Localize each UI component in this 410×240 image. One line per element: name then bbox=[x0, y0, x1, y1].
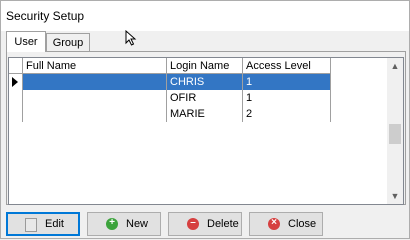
column-header-login-name[interactable]: Login Name bbox=[167, 58, 243, 74]
cell-full-name[interactable] bbox=[23, 90, 167, 106]
tab-user[interactable]: User bbox=[6, 31, 46, 52]
scroll-down-icon[interactable]: ▼ bbox=[387, 188, 403, 204]
add-icon: + bbox=[106, 217, 118, 230]
current-row-arrow-icon bbox=[12, 77, 18, 87]
column-header-access-level[interactable]: Access Level bbox=[243, 58, 331, 74]
close-button-label: Close bbox=[288, 218, 317, 230]
row-indicator bbox=[9, 74, 23, 90]
cell-login-name[interactable]: MARIE bbox=[167, 106, 243, 122]
cell-access-level[interactable]: 1 bbox=[243, 90, 331, 106]
mouse-cursor-icon bbox=[125, 30, 137, 46]
new-button[interactable]: + New bbox=[87, 212, 161, 236]
close-icon: × bbox=[268, 217, 280, 230]
cell-login-name[interactable]: CHRIS bbox=[167, 74, 243, 90]
row-indicator bbox=[9, 106, 23, 122]
cell-full-name[interactable] bbox=[23, 74, 167, 90]
close-button[interactable]: × Close bbox=[249, 212, 323, 236]
window-title: Security Setup bbox=[6, 9, 85, 23]
tab-user-label: User bbox=[14, 36, 38, 48]
vertical-scrollbar[interactable]: ▲ ▼ bbox=[387, 58, 403, 204]
users-grid[interactable]: Full Name Login Name Access Level CHRIS … bbox=[8, 57, 404, 205]
edit-icon bbox=[25, 218, 37, 232]
table-row[interactable]: CHRIS 1 bbox=[9, 74, 339, 90]
scroll-up-icon[interactable]: ▲ bbox=[387, 58, 403, 74]
cell-access-level[interactable]: 2 bbox=[243, 106, 331, 122]
tab-group-label: Group bbox=[52, 37, 84, 49]
tab-group[interactable]: Group bbox=[46, 33, 90, 52]
cell-full-name[interactable] bbox=[23, 106, 167, 122]
delete-button-label: Delete bbox=[207, 218, 239, 230]
table-row[interactable]: OFIR 1 bbox=[9, 90, 339, 106]
table-row[interactable]: MARIE 2 bbox=[9, 106, 339, 122]
row-indicator bbox=[9, 90, 23, 106]
title-bar: Security Setup bbox=[1, 1, 409, 31]
row-indicator-header bbox=[9, 58, 23, 74]
cell-login-name[interactable]: OFIR bbox=[167, 90, 243, 106]
new-button-label: New bbox=[126, 218, 149, 230]
scroll-thumb[interactable] bbox=[389, 124, 401, 144]
cell-access-level[interactable]: 1 bbox=[243, 74, 331, 90]
security-setup-window: Security Setup User Group Full Name Logi… bbox=[0, 0, 410, 239]
column-header-full-name[interactable]: Full Name bbox=[23, 58, 167, 74]
edit-button-label: Edit bbox=[45, 218, 64, 230]
delete-icon: – bbox=[187, 217, 199, 230]
edit-button[interactable]: Edit bbox=[6, 212, 80, 236]
delete-button[interactable]: – Delete bbox=[168, 212, 242, 236]
